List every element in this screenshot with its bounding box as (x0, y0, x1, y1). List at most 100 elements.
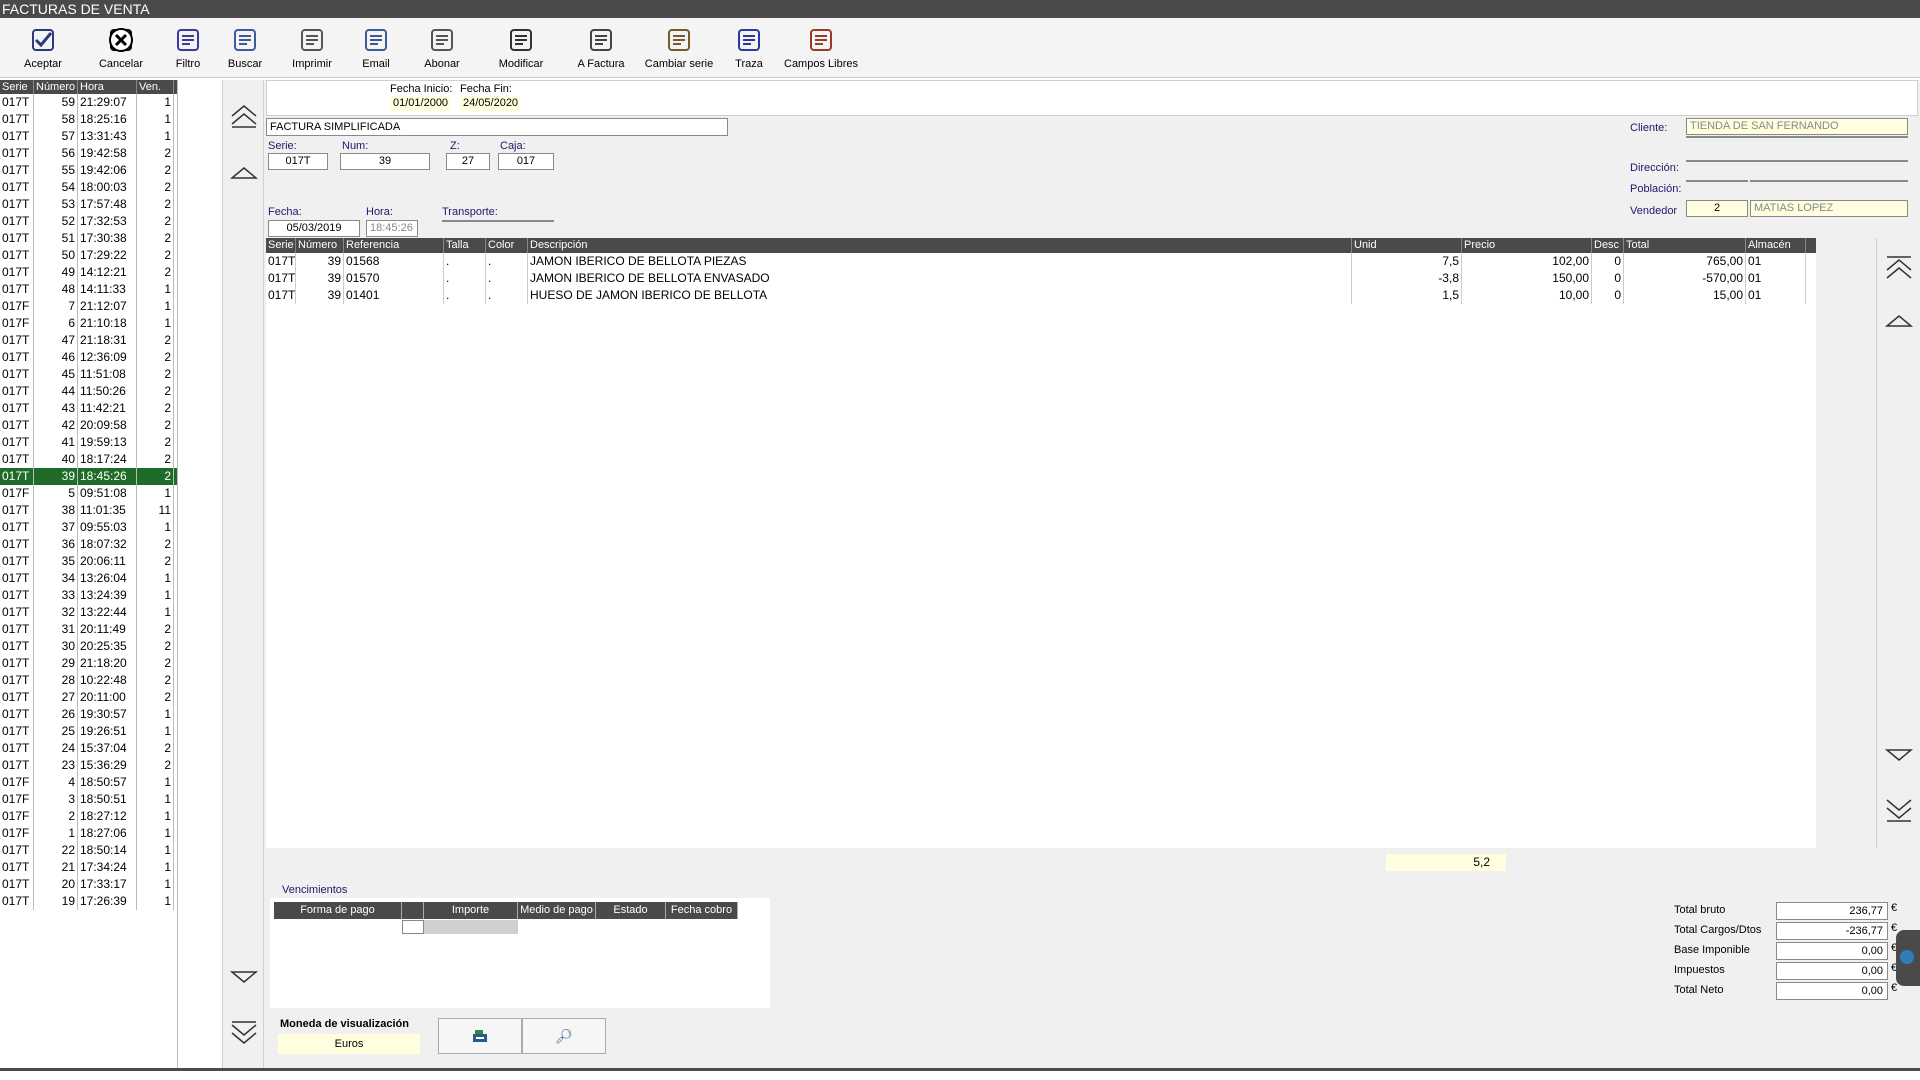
invoice-list-row[interactable]: 017T 36 18:07:32 2 (0, 536, 177, 553)
venc-col-estado[interactable]: Estado (596, 902, 666, 919)
venc-col-importe[interactable]: Importe (424, 902, 518, 919)
total-value[interactable]: 0,00 (1776, 942, 1888, 960)
currency-button[interactable] (438, 1018, 522, 1054)
toolbar-a-factura-button[interactable]: A Factura (570, 24, 632, 78)
lines-last-icon[interactable] (1882, 792, 1916, 826)
invoice-list-row[interactable]: 017T 37 09:55:03 1 (0, 519, 177, 536)
lines-col-7[interactable]: Precio (1462, 238, 1592, 253)
invoice-list-row[interactable]: 017T 42 20:09:58 2 (0, 417, 177, 434)
num-field[interactable]: 39 (340, 153, 430, 170)
invoice-list-row[interactable]: 017T 41 19:59:13 2 (0, 434, 177, 451)
venc-col-forma[interactable]: Forma de pago (274, 902, 402, 919)
invoice-list-row[interactable]: 017T 50 17:29:22 2 (0, 247, 177, 264)
vendedor-name-field[interactable]: MATIAS LOPEZ (1750, 200, 1908, 217)
lines-col-2[interactable]: Referencia (344, 238, 444, 253)
venc-row-cell[interactable] (402, 920, 424, 934)
lines-previous-icon[interactable] (1882, 304, 1916, 338)
venc-col-medio[interactable]: Medio de pago (518, 902, 596, 919)
hora-field[interactable]: 18:45:26 (366, 220, 418, 237)
invoice-list-row[interactable]: 017T 19 17:26:39 1 (0, 893, 177, 910)
toolbar-aceptar-button[interactable]: Aceptar (20, 24, 66, 78)
invoice-list-row[interactable]: 017F 2 18:27:12 1 (0, 808, 177, 825)
invoice-list-row[interactable]: 017F 3 18:50:51 1 (0, 791, 177, 808)
invoice-list-row[interactable]: 017T 24 15:37:04 2 (0, 740, 177, 757)
invoice-list-row[interactable]: 017T 26 19:30:57 1 (0, 706, 177, 723)
invoice-list-row[interactable]: 017T 33 13:24:39 1 (0, 587, 177, 604)
toolbar-buscar-button[interactable]: Buscar (222, 24, 268, 78)
direccion-field[interactable] (1686, 160, 1908, 162)
total-value[interactable]: -236,77 (1776, 922, 1888, 940)
lines-col-5[interactable]: Descripción (528, 238, 1352, 253)
invoice-list-row[interactable]: 017T 46 12:36:09 2 (0, 349, 177, 366)
invoice-list-row[interactable]: 017T 28 10:22:48 2 (0, 672, 177, 689)
invoice-list-row[interactable]: 017T 32 13:22:44 1 (0, 604, 177, 621)
invoice-list-row[interactable]: 017T 59 21:29:07 1 (0, 94, 177, 111)
invoice-list-row[interactable]: 017T 39 18:45:26 2 (0, 468, 177, 485)
lines-col-9[interactable]: Total (1624, 238, 1746, 253)
serie-field[interactable]: 017T (268, 153, 328, 170)
side-tab-handle[interactable] (1896, 930, 1920, 986)
vendedor-num-field[interactable]: 2 (1686, 200, 1748, 217)
total-value[interactable]: 0,00 (1776, 962, 1888, 980)
invoice-list-row[interactable]: 017T 23 15:36:29 2 (0, 757, 177, 774)
col-ven[interactable]: Ven. (137, 80, 174, 94)
invoice-list-row[interactable]: 017T 49 14:12:21 2 (0, 264, 177, 281)
lines-col-8[interactable]: Desc (1592, 238, 1624, 253)
total-value[interactable]: 0,00 (1776, 982, 1888, 1000)
venc-col-fecha[interactable]: Fecha cobro (666, 902, 738, 919)
invoice-list-row[interactable]: 017T 29 21:18:20 2 (0, 655, 177, 672)
caja-field[interactable]: 017 (498, 153, 554, 170)
invoice-list-row[interactable]: 017T 44 11:50:26 2 (0, 383, 177, 400)
toolbar-filtro-button[interactable]: Filtro (166, 24, 210, 78)
fecha-field[interactable]: 05/03/2019 (268, 220, 360, 237)
invoice-list-row[interactable]: 017T 47 21:18:31 2 (0, 332, 177, 349)
lines-col-6[interactable]: Unid (1352, 238, 1462, 253)
fecha-fin-field[interactable]: 24/05/2020 (460, 96, 520, 111)
invoice-list-row[interactable]: 017T 22 18:50:14 1 (0, 842, 177, 859)
fecha-inicio-field[interactable]: 01/01/2000 (390, 96, 450, 111)
invoice-list-row[interactable]: 017T 56 19:42:58 2 (0, 145, 177, 162)
cliente-field[interactable]: TIENDA DE SAN FERNANDO (1686, 118, 1908, 135)
toolbar-modificar-button[interactable]: Modificar (490, 24, 552, 78)
lines-col-3[interactable]: Talla (444, 238, 486, 253)
invoice-list[interactable]: Serie Número Hora Ven. 017T 59 21:29:07 1 01… (0, 80, 178, 1068)
last-page-icon[interactable] (227, 1016, 261, 1050)
invoice-list-row[interactable]: 017T 52 17:32:53 2 (0, 213, 177, 230)
invoice-list-row[interactable]: 017T 40 18:17:24 2 (0, 451, 177, 468)
first-page-icon[interactable] (227, 98, 261, 132)
invoice-list-row[interactable]: 017T 54 18:00:03 2 (0, 179, 177, 196)
moneda-field[interactable]: Euros (278, 1034, 420, 1054)
invoice-list-row[interactable]: 017F 7 21:12:07 1 (0, 298, 177, 315)
lines-col-0[interactable]: Serie (266, 238, 296, 253)
lines-col-4[interactable]: Color (486, 238, 528, 253)
invoice-line-row[interactable]: 017T 39 01568.. JAMON IBERICO DE BELLOTA PI… (266, 253, 1816, 270)
previous-icon[interactable] (227, 156, 261, 190)
invoice-list-row[interactable]: 017F 1 18:27:06 1 (0, 825, 177, 842)
toolbar-cambiar-serie-button[interactable]: Cambiar serie (640, 24, 718, 78)
invoice-list-row[interactable]: 017T 20 17:33:17 1 (0, 876, 177, 893)
invoice-list-row[interactable]: 017T 55 19:42:06 2 (0, 162, 177, 179)
poblacion-cp-field[interactable] (1686, 180, 1748, 182)
invoice-list-row[interactable]: 017T 53 17:57:48 2 (0, 196, 177, 213)
invoice-list-row[interactable]: 017T 58 18:25:16 1 (0, 111, 177, 128)
invoice-lines-grid[interactable]: Serie Número Referencia Talla Color Descripci… (266, 238, 1816, 848)
venc-row-importe[interactable] (424, 920, 518, 934)
toolbar-traza-button[interactable]: Traza (726, 24, 772, 78)
total-value[interactable]: 236,77 (1776, 902, 1888, 920)
invoice-list-row[interactable]: 017T 51 17:30:38 2 (0, 230, 177, 247)
toolbar-campos-libres-button[interactable]: Campos Libres (780, 24, 862, 78)
lines-col-10[interactable]: Almacén (1746, 238, 1806, 253)
invoice-list-row[interactable]: 017T 25 19:26:51 1 (0, 723, 177, 740)
invoice-list-row[interactable]: 017F 6 21:10:18 1 (0, 315, 177, 332)
invoice-list-row[interactable]: 017F 4 18:50:57 1 (0, 774, 177, 791)
invoice-line-row[interactable]: 017T 39 01570.. JAMON IBERICO DE BELLOTA EN… (266, 270, 1816, 287)
transporte-field[interactable] (442, 220, 554, 222)
invoice-list-row[interactable]: 017T 27 20:11:00 2 (0, 689, 177, 706)
lines-next-icon[interactable] (1882, 738, 1916, 772)
toolbar-cancelar-button[interactable]: Cancelar (98, 24, 144, 78)
invoice-list-row[interactable]: 017T 21 17:34:24 1 (0, 859, 177, 876)
invoice-list-row[interactable]: 017T 43 11:42:21 2 (0, 400, 177, 417)
col-serie[interactable]: Serie (0, 80, 34, 94)
lines-col-1[interactable]: Número (296, 238, 344, 253)
invoice-list-row[interactable]: 017T 35 20:06:11 2 (0, 553, 177, 570)
